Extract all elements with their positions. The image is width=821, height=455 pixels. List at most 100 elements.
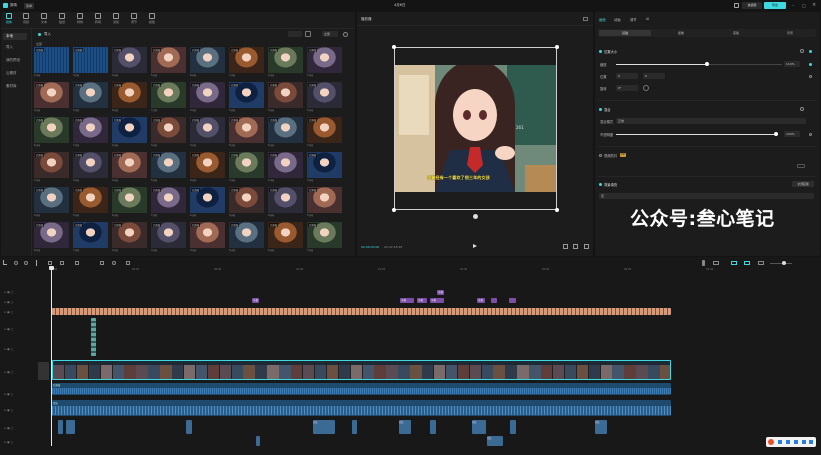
track-controls[interactable]: ▫ ◉ ▢ (4, 327, 13, 331)
media-thumbnail[interactable]: 已添加 2.jpg (112, 222, 147, 253)
media-thumbnail[interactable]: 已添加 5.jpg (229, 117, 264, 148)
tray-icon[interactable] (802, 440, 806, 444)
media-thumbnail[interactable]: 已添加 5.jpg (307, 187, 342, 218)
media-thumbnail[interactable]: 已添加 7.jpg (229, 47, 264, 78)
inspector-tab-adjust[interactable]: 调节 (630, 17, 637, 22)
track-controls[interactable]: ▫ ◉ ▢ (4, 300, 13, 304)
video-clip[interactable] (100, 361, 112, 379)
delete-icon[interactable] (60, 261, 64, 265)
video-clip[interactable] (648, 361, 660, 379)
video-clip[interactable] (612, 361, 624, 379)
keyframe-icon[interactable] (809, 133, 812, 136)
video-clip[interactable] (183, 361, 196, 379)
resize-handle[interactable] (392, 208, 396, 212)
rotate-handle[interactable] (473, 214, 478, 219)
media-thumbnail[interactable]: 已添加 5.jpg (73, 187, 108, 218)
video-clip[interactable] (243, 361, 255, 379)
mirror-icon[interactable] (100, 261, 104, 265)
zoom-slider-knob[interactable] (782, 261, 786, 265)
video-clip[interactable] (148, 361, 160, 379)
redo-icon[interactable] (24, 261, 28, 265)
media-thumbnail[interactable]: 已添加 6.jpg (268, 222, 303, 253)
text-clip[interactable] (509, 298, 516, 303)
media-thumbnail[interactable]: 已添加 3.jpg (73, 47, 108, 78)
subtab-cutout[interactable]: 抠像 (655, 30, 707, 36)
video-clip[interactable] (588, 361, 601, 379)
text-clip[interactable]: 字幕 (430, 298, 444, 303)
media-thumbnail[interactable]: 已添加 5.jpg (229, 222, 264, 253)
media-thumbnail[interactable]: 已添加 7.jpg (229, 152, 264, 183)
video-clip[interactable] (231, 361, 243, 379)
position-x-field[interactable]: 0 (616, 73, 638, 79)
menu-button[interactable]: 菜单 (24, 2, 35, 9)
media-thumbnail[interactable]: 已添加 2.jpg (268, 152, 303, 183)
reset-icon[interactable] (800, 107, 804, 111)
scale-value[interactable]: 110% (784, 61, 800, 67)
track-controls[interactable]: ▫ ◉ ▢ (4, 370, 13, 374)
inspector-tab-animation[interactable]: 动画 (614, 17, 621, 22)
time-ruler[interactable]: 00:00 00:20 00:40 01:00 01:20 01:40 02:0… (50, 268, 821, 274)
tab-text[interactable]: 文本 (38, 13, 50, 25)
link-icon[interactable] (731, 261, 737, 265)
video-clip[interactable] (422, 361, 434, 379)
media-thumbnail[interactable]: 已添加 3.jpg (151, 117, 186, 148)
media-thumbnail[interactable]: 已添加 3.jpg (73, 152, 108, 183)
video-clip[interactable] (457, 361, 470, 379)
video-clip[interactable] (219, 361, 232, 379)
media-thumbnail[interactable]: 已添加 6.jpg (190, 47, 225, 78)
video-clip[interactable] (576, 361, 589, 379)
media-thumbnail[interactable]: 已添加 2.jpg (34, 47, 69, 78)
sfx-clip[interactable] (186, 420, 192, 434)
video-clip[interactable] (481, 361, 493, 379)
media-thumbnail[interactable]: 已添加 2.jpg (112, 117, 147, 148)
video-clip[interactable] (291, 361, 303, 379)
video-clip[interactable] (552, 361, 565, 379)
media-thumbnail[interactable]: 已添加 6.jpg (112, 187, 147, 218)
inspector-tab-picture[interactable]: 画面 (599, 17, 606, 22)
select-tool-icon[interactable] (3, 260, 7, 265)
rotate-field[interactable]: 0° (616, 85, 638, 91)
video-clip[interactable] (326, 361, 339, 379)
apply-all-button[interactable]: 全部应用 (792, 181, 814, 187)
track-controls[interactable]: ▫ ◉ ▢ (4, 347, 13, 351)
reset-icon[interactable] (800, 49, 804, 53)
sfx-clip[interactable]: 音效 (313, 420, 335, 434)
media-thumbnail[interactable]: 已添加 2.jpg (190, 187, 225, 218)
track-controls[interactable]: ▫ ◉ ▢ (4, 440, 13, 444)
opacity-slider-knob[interactable] (774, 132, 778, 136)
media-thumbnail[interactable]: 已添加 5.jpg (307, 82, 342, 113)
track-controls[interactable]: ▫ ◉ ▢ (4, 408, 13, 412)
video-clip[interactable] (88, 361, 101, 379)
text-clip[interactable]: 字幕 (437, 290, 444, 295)
sfx-clip[interactable] (256, 436, 260, 446)
video-clip[interactable] (541, 361, 553, 379)
media-thumbnail[interactable]: 已添加 4.jpg (268, 82, 303, 113)
main-video-track[interactable] (52, 360, 671, 380)
tray-icon[interactable] (786, 440, 790, 444)
video-clip[interactable] (386, 361, 398, 379)
video-clip[interactable] (529, 361, 541, 379)
sfx-clip[interactable]: 音效 (487, 436, 503, 446)
media-thumbnail[interactable]: 已添加 7.jpg (307, 117, 342, 148)
ratio-icon[interactable] (573, 244, 578, 249)
subtab-mask[interactable]: 蒙版 (710, 30, 762, 36)
media-thumbnail[interactable]: 已添加 2.jpg (268, 47, 303, 78)
video-clip[interactable] (172, 361, 184, 379)
media-thumbnail[interactable]: 已添加 3.jpg (229, 82, 264, 113)
view-toggle[interactable] (288, 31, 302, 37)
sidebar-item-presets[interactable]: 我的预设 (3, 57, 27, 64)
video-clip[interactable] (505, 361, 517, 379)
blend-mode-select[interactable]: 正常 (616, 118, 806, 124)
video-clip[interactable] (362, 361, 374, 379)
undo-icon[interactable] (14, 261, 18, 265)
snap-icon[interactable] (713, 261, 719, 265)
media-thumbnail[interactable]: 已添加 6.jpg (34, 117, 69, 148)
rotate-icon[interactable] (112, 261, 116, 265)
crop-icon[interactable] (563, 244, 568, 249)
media-thumbnail[interactable]: 已添加 2.jpg (34, 152, 69, 183)
section-toggle-icon[interactable] (599, 50, 602, 53)
tab-adjust[interactable]: 调节 (128, 13, 140, 25)
inspector-tab-ai[interactable]: AI (646, 17, 649, 21)
section-toggle-icon[interactable] (599, 108, 602, 111)
track-controls[interactable]: ▫ ◉ ▢ (4, 392, 13, 396)
